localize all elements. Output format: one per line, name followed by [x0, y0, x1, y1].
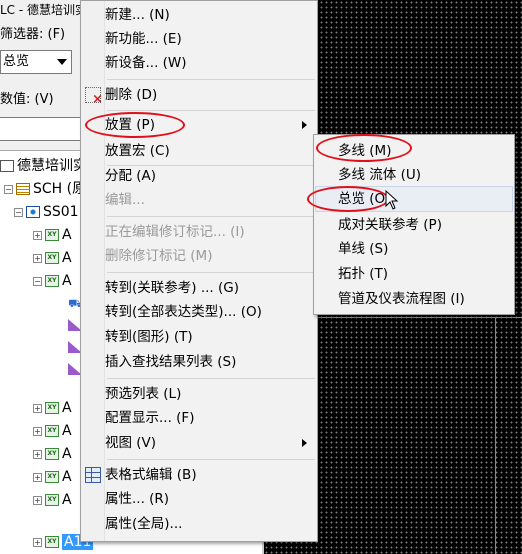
menu-icon-gutter	[81, 1, 105, 541]
tree-item[interactable]: − SCH (原	[4, 178, 86, 200]
value-label: 数值: (V)	[0, 92, 54, 107]
expand-icon[interactable]: +	[33, 230, 42, 240]
expand-icon[interactable]: +	[33, 537, 42, 547]
xy-device-icon: XY	[45, 229, 59, 241]
annotation-ellipse	[316, 134, 412, 162]
mouse-pointer-icon	[385, 190, 399, 210]
tree-item[interactable]: + XY A	[33, 443, 72, 465]
tree-item[interactable]: + XY A	[33, 420, 72, 442]
xy-device-icon: XY	[45, 536, 59, 548]
list-icon	[16, 183, 30, 195]
menu-item-new-equipment[interactable]: 新设备... (W)	[105, 51, 317, 75]
menu-item-table-edit[interactable]: 表格式编辑 (B)	[105, 463, 317, 487]
menu-separator	[107, 216, 315, 217]
collapse-icon[interactable]: −	[33, 276, 42, 286]
window-title: LC - 德慧培训实	[0, 3, 88, 17]
annotation-ellipse	[85, 112, 185, 138]
menu-item-insert-results[interactable]: 插入查找结果列表 (S)	[105, 350, 317, 374]
expand-icon[interactable]: +	[33, 426, 42, 436]
xy-device-icon: XY	[45, 402, 59, 414]
expand-icon[interactable]: +	[33, 472, 42, 482]
menu-item-goto-all[interactable]: 转到(全部表达类型)... (O)	[105, 300, 317, 324]
chevron-down-icon[interactable]	[57, 59, 67, 65]
annotation-ellipse	[307, 186, 389, 212]
menu-item-properties[interactable]: 属性... (R)	[105, 487, 317, 511]
tree-item[interactable]: + XY A	[33, 489, 72, 511]
menu-separator	[107, 110, 315, 111]
menu-item-new[interactable]: 新建... (N)	[105, 3, 317, 27]
menu-item-goto-graphic[interactable]: 转到(图形) (T)	[105, 325, 317, 349]
menu-item-preselect-list[interactable]: 预选列表 (L)	[105, 382, 317, 406]
filter-select-value: 总览	[3, 54, 30, 69]
delete-icon	[85, 87, 103, 107]
submenu-item-paired-ref[interactable]: 成对关联参考 (P)	[338, 213, 510, 237]
xy-device-icon: XY	[45, 494, 59, 506]
menu-item-delete-revision: 删除修订标记 (M)	[105, 248, 213, 264]
canvas-line	[495, 317, 496, 554]
menu-item-view-label: 视图 (V)	[105, 435, 157, 451]
expand-icon[interactable]: +	[33, 449, 42, 459]
context-menu: 新建... (N) 新功能... (E) 新设备... (W) 删除 (D) 放…	[80, 0, 318, 542]
menu-item-place-macro[interactable]: 放置宏 (C)	[105, 139, 317, 163]
menu-item-assign[interactable]: 分配 (A)	[105, 164, 317, 188]
submenu-item-piping[interactable]: 管道及仪表流程图 (I)	[338, 287, 510, 311]
xy-device-icon: XY	[45, 471, 59, 483]
tree-item[interactable]: + XY A	[33, 224, 72, 246]
place-submenu: 多线 (M) 多线 流体 (U) 总览 (O) 成对关联参考 (P) 单线 (S…	[313, 134, 515, 315]
collapse-icon[interactable]: −	[14, 207, 23, 217]
submenu-item-single-line[interactable]: 单线 (S)	[338, 237, 510, 261]
expand-icon[interactable]: +	[33, 495, 42, 505]
menu-item-edit: 编辑...	[105, 192, 145, 208]
tree-item[interactable]: + XY A	[33, 466, 72, 488]
xy-device-icon: XY	[45, 275, 59, 287]
collapse-icon[interactable]: −	[4, 184, 13, 194]
location-icon	[26, 206, 40, 218]
filter-select[interactable]: 总览	[0, 50, 72, 74]
menu-separator	[107, 378, 315, 379]
menu-item-delete[interactable]: 删除 (D)	[105, 83, 317, 107]
tree-item[interactable]: 德慧培训实	[0, 155, 87, 177]
xy-device-icon: XY	[45, 448, 59, 460]
expand-icon[interactable]: +	[33, 403, 42, 413]
menu-item-view[interactable]: 视图 (V)	[105, 431, 317, 455]
filter-label: 筛选器: (F)	[0, 27, 66, 42]
canvas-line	[312, 317, 522, 318]
chevron-right-icon	[302, 439, 307, 447]
value-input[interactable]	[0, 117, 88, 141]
menu-separator	[107, 459, 315, 460]
tree-item[interactable]: + XY A	[33, 397, 72, 419]
menu-item-properties-global[interactable]: 属性(全局)...	[105, 512, 317, 536]
table-icon	[85, 467, 101, 483]
menu-item-config-display[interactable]: 配置显示... (F)	[105, 406, 317, 430]
tree-item[interactable]: − XY A	[33, 270, 72, 292]
submenu-item-multiline-fluid[interactable]: 多线 流体 (U)	[338, 163, 510, 187]
submenu-item-topology[interactable]: 拓扑 (T)	[338, 262, 510, 286]
menu-item-editing-revision: 正在编辑修订标记... (I)	[105, 224, 245, 240]
menu-separator	[107, 272, 315, 273]
chevron-right-icon	[302, 121, 307, 129]
xy-device-icon: XY	[45, 425, 59, 437]
expand-icon[interactable]: +	[33, 253, 42, 263]
project-icon	[0, 160, 14, 172]
menu-item-goto-ref[interactable]: 转到(关联参考) ... (G)	[105, 276, 317, 300]
menu-separator	[107, 79, 315, 80]
xy-device-icon: XY	[45, 252, 59, 264]
tree-item[interactable]: − SS01	[14, 201, 79, 223]
tree-item[interactable]: + XY A	[33, 247, 72, 269]
menu-item-new-function[interactable]: 新功能... (E)	[105, 27, 317, 51]
